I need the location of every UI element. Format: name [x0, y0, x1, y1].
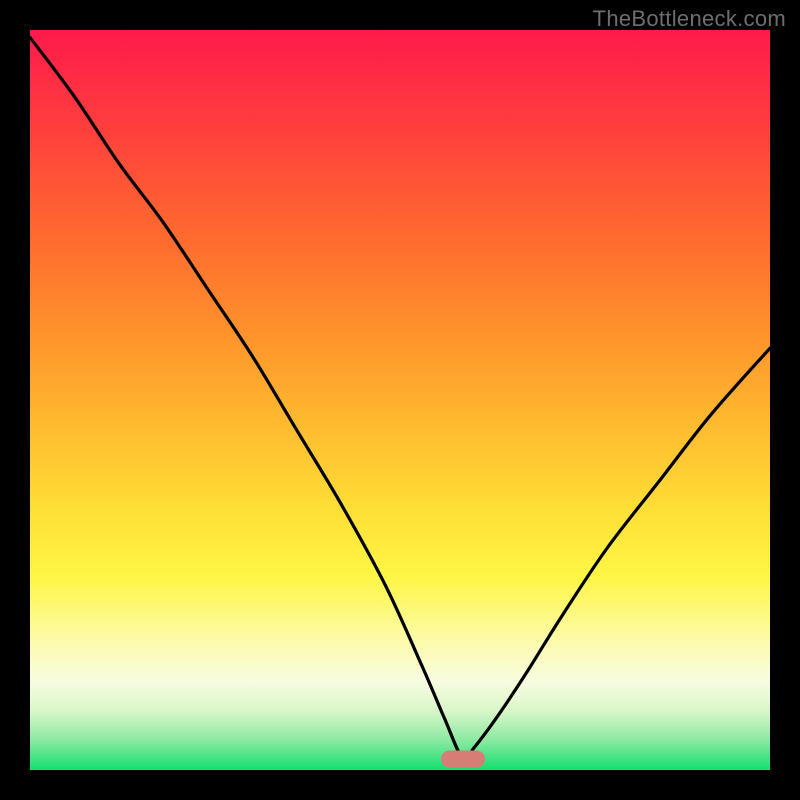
watermark-text: TheBottleneck.com	[593, 6, 786, 32]
chart-frame: TheBottleneck.com	[0, 0, 800, 800]
bottleneck-curve	[30, 30, 770, 770]
optimal-marker	[441, 750, 485, 767]
plot-area	[30, 30, 770, 770]
